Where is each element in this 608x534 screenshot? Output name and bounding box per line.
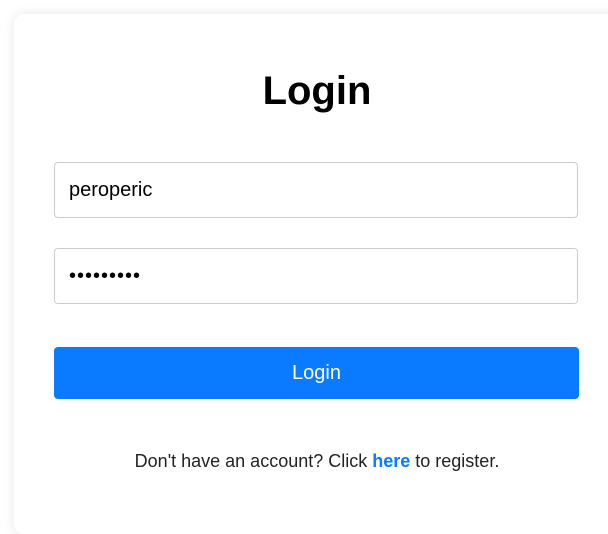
register-prompt-prefix: Don't have an account? Click [134,451,373,471]
register-link[interactable]: here [372,451,410,471]
login-button[interactable]: Login [54,347,579,399]
page-title: Login [262,69,372,113]
username-input[interactable] [54,162,578,218]
password-input[interactable] [54,248,578,304]
register-prompt-suffix: to register. [410,451,500,471]
register-prompt: Don't have an account? Click here to reg… [0,451,608,472]
